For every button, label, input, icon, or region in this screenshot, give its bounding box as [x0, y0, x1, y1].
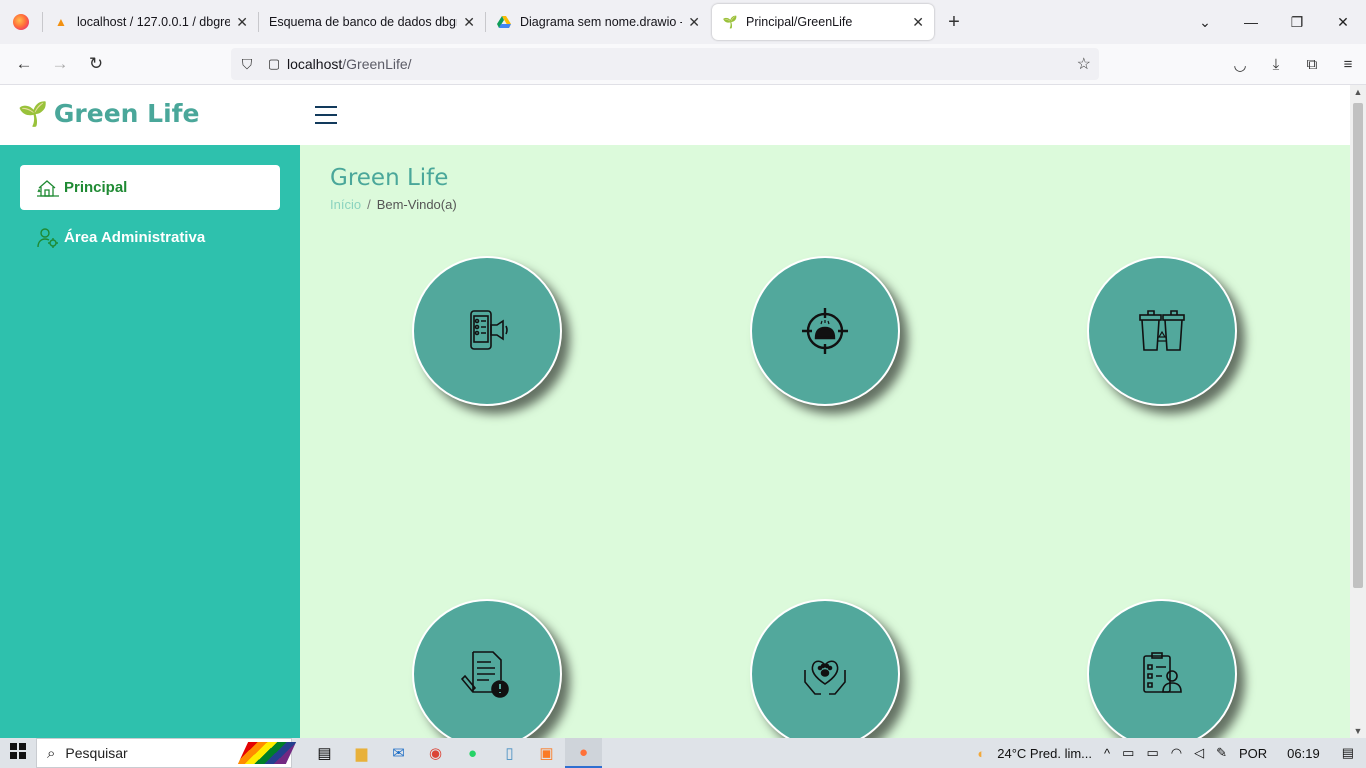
- chrome-icon[interactable]: ◉: [417, 738, 454, 768]
- firefox-taskbar-icon[interactable]: ●: [565, 738, 602, 768]
- browser-tab[interactable]: ▲ localhost / 127.0.0.1 / dbgreenlife ✕: [43, 4, 258, 40]
- meet-icon[interactable]: ▭: [1122, 745, 1134, 761]
- tile-recycle-bins[interactable]: [1087, 256, 1237, 406]
- sprout-icon: 🌱: [18, 99, 48, 128]
- file-explorer-icon[interactable]: ▆: [343, 738, 380, 768]
- windows-taskbar: ⌕ Pesquisar ▤ ▆ ✉ ◉ ● ▯ ▣ ● ◐ 24°C Pred.…: [0, 738, 1366, 768]
- tile-pet-care[interactable]: [750, 599, 900, 738]
- notifications-icon[interactable]: ▤: [1342, 745, 1354, 761]
- app-header: 🌱 Green Life: [0, 85, 1350, 145]
- windows-start-icon[interactable]: [0, 742, 36, 764]
- bookmark-star-icon[interactable]: ☆: [1077, 54, 1091, 74]
- home-icon: [36, 176, 60, 200]
- mail-icon[interactable]: ✉: [380, 738, 417, 768]
- hamburger-menu-icon[interactable]: [315, 106, 337, 124]
- volume-icon[interactable]: ◁: [1194, 745, 1204, 761]
- browser-tab[interactable]: Esquema de banco de dados dbgreenlife ✕: [259, 4, 485, 40]
- whatsapp-icon[interactable]: ●: [454, 738, 491, 768]
- close-window-icon[interactable]: ✕: [1320, 14, 1366, 31]
- sidebar-item-admin[interactable]: Área Administrativa: [20, 215, 280, 260]
- google-drive-icon: [496, 14, 512, 30]
- user-checklist-icon: [1143, 652, 1182, 693]
- scrollbar-thumb[interactable]: [1353, 103, 1363, 588]
- sidebar: Principal Área Administrativa: [0, 145, 300, 738]
- task-view-icon[interactable]: ▤: [306, 738, 343, 768]
- close-tab-icon[interactable]: ✕: [463, 14, 475, 31]
- report-alert-icon: [461, 651, 509, 698]
- list-all-tabs-icon[interactable]: ⌄: [1182, 14, 1228, 31]
- weather-icon[interactable]: ◐: [977, 746, 985, 761]
- shield-icon[interactable]: ⛉: [231, 56, 263, 73]
- new-tab-button[interactable]: +: [934, 11, 974, 34]
- weather-text[interactable]: 24°C Pred. lim...: [997, 746, 1092, 761]
- search-highlight-image: [237, 742, 297, 764]
- extensions-icon[interactable]: ⧉: [1294, 56, 1330, 73]
- menu-icon[interactable]: ≡: [1330, 56, 1366, 73]
- page-icon: ▢: [267, 56, 281, 71]
- tile-mobile-announcement[interactable]: [412, 256, 562, 406]
- recycle-bins-icon: [1139, 310, 1185, 351]
- network-icon[interactable]: ◠: [1171, 745, 1182, 761]
- main-content: Green Life Início / Bem-Vindo(a): [300, 145, 1350, 738]
- sidebar-item-principal[interactable]: Principal: [20, 165, 280, 210]
- sprout-icon: 🌱: [722, 15, 738, 29]
- battery-icon[interactable]: ▭: [1146, 745, 1158, 761]
- pet-care-hands-icon: [804, 660, 846, 695]
- forward-icon[interactable]: →: [42, 54, 78, 74]
- page-title: Green Life: [330, 165, 449, 191]
- chevron-up-icon[interactable]: ^: [1104, 746, 1110, 761]
- user-settings-icon: [36, 226, 60, 250]
- page-content: 🌱 Green Life Principal Área Administrati…: [0, 85, 1350, 738]
- scroll-down-icon[interactable]: ▼: [1350, 726, 1366, 736]
- browser-nav-bar: ← → ↻ ⛉ ▢ localhost/GreenLife/ ☆ ◡ ⤓ ⧉ ≡: [0, 44, 1366, 85]
- close-tab-icon[interactable]: ✕: [688, 14, 700, 31]
- search-icon: ⌕: [47, 744, 56, 762]
- browser-tab[interactable]: Diagrama sem nome.drawio - Google Drive …: [486, 4, 710, 40]
- breadcrumb: Início / Bem-Vindo(a): [330, 197, 457, 212]
- phpmyadmin-icon: ▲: [55, 15, 67, 29]
- close-tab-icon[interactable]: ✕: [912, 14, 924, 31]
- scroll-up-icon[interactable]: ▲: [1350, 87, 1366, 97]
- notepad-icon[interactable]: ▯: [491, 738, 528, 768]
- firefox-menu-icon[interactable]: [0, 0, 42, 44]
- tile-target-animal[interactable]: [750, 256, 900, 406]
- tile-user-checklist[interactable]: [1087, 599, 1237, 738]
- mobile-announcement-icon: [470, 310, 508, 350]
- target-animal-icon: [802, 308, 848, 354]
- xampp-icon[interactable]: ▣: [528, 738, 565, 768]
- brand-logo[interactable]: 🌱 Green Life: [18, 99, 199, 128]
- pocket-icon[interactable]: ◡: [1222, 56, 1258, 74]
- close-tab-icon[interactable]: ✕: [236, 14, 248, 31]
- downloads-icon[interactable]: ⤓: [1258, 56, 1294, 73]
- pen-icon[interactable]: ✎: [1216, 745, 1227, 761]
- breadcrumb-home[interactable]: Início: [330, 197, 361, 212]
- breadcrumb-current: Bem-Vindo(a): [376, 197, 457, 212]
- reload-icon[interactable]: ↻: [78, 54, 114, 74]
- restore-icon[interactable]: ❐: [1274, 14, 1320, 31]
- minimize-icon[interactable]: —: [1228, 14, 1274, 30]
- language-indicator[interactable]: POR: [1239, 746, 1267, 761]
- taskbar-search[interactable]: ⌕ Pesquisar: [36, 738, 297, 768]
- browser-tab-bar: ▲ localhost / 127.0.0.1 / dbgreenlife ✕ …: [0, 0, 1366, 44]
- address-bar[interactable]: ⛉ ▢ localhost/GreenLife/ ☆: [231, 48, 1099, 80]
- page-scrollbar[interactable]: ▲ ▼: [1350, 85, 1366, 738]
- browser-tab-active[interactable]: 🌱 Principal/GreenLife ✕: [712, 4, 934, 40]
- back-icon[interactable]: ←: [6, 54, 42, 74]
- clock[interactable]: 06:19: [1287, 746, 1320, 761]
- tile-report-alert[interactable]: [412, 599, 562, 738]
